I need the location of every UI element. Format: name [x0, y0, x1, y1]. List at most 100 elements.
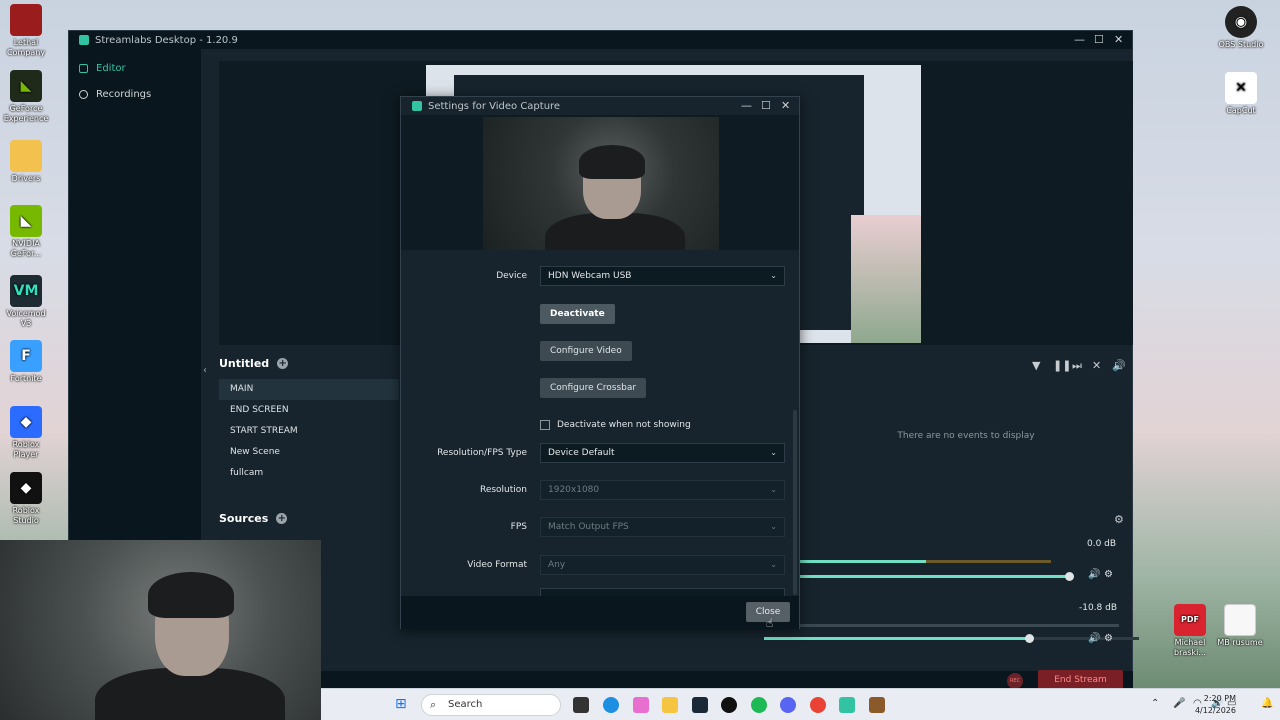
wallpaper-preview: [851, 215, 921, 343]
minecraft-icon[interactable]: [869, 697, 885, 713]
maximize-icon[interactable]: ☐: [1094, 33, 1104, 46]
scene-item[interactable]: fullcam: [219, 463, 399, 484]
scene-collection-title[interactable]: Untitled: [219, 357, 269, 370]
scene-item[interactable]: New Scene: [219, 442, 399, 463]
document-icon: [1224, 604, 1256, 636]
spotify-icon[interactable]: [751, 697, 767, 713]
desktop-file-michael-braski[interactable]: PDF Michael braski...: [1164, 604, 1216, 658]
desktop-icon-roblox-player[interactable]: ◆ Roblox Player: [0, 406, 52, 460]
checkbox-box[interactable]: [540, 420, 550, 430]
close-icon[interactable]: ✕: [1114, 33, 1123, 46]
add-source-icon[interactable]: +: [276, 513, 288, 524]
device-label: Device: [496, 271, 527, 281]
next-field-select[interactable]: [540, 588, 785, 596]
end-stream-button[interactable]: End Stream: [1038, 670, 1123, 690]
person-hair: [148, 572, 234, 618]
fortnite-icon: F: [10, 340, 42, 372]
mute-alerts-icon[interactable]: ✕: [1092, 359, 1101, 372]
steam-icon[interactable]: [692, 697, 708, 713]
desktop-file-mb-rusume[interactable]: MB rusume: [1214, 604, 1266, 648]
desktop-icon-voicemod[interactable]: VM Voicemod V3: [0, 275, 52, 329]
resolution-fps-type-select[interactable]: Device Default ⌄: [540, 443, 785, 463]
minimize-icon[interactable]: —: [1074, 33, 1085, 46]
skip-icon[interactable]: ⏭: [1072, 359, 1082, 373]
device-row: Device HDN Webcam USB ⌄: [401, 265, 799, 287]
desktop-icon-roblox-studio[interactable]: ◆ Roblox Studio: [0, 472, 52, 526]
scene-item[interactable]: START STREAM: [219, 421, 399, 442]
configure-video-button[interactable]: Configure Video: [540, 341, 632, 361]
fps-select[interactable]: Match Output FPS ⌄: [540, 517, 785, 537]
source-settings-gear-icon[interactable]: ⚙: [1104, 633, 1113, 644]
scene-item[interactable]: END SCREEN: [219, 400, 399, 421]
pause-icon[interactable]: ❚❚: [1053, 359, 1071, 372]
windows-start-icon[interactable]: ⊞: [395, 696, 407, 712]
microphone-icon[interactable]: 🎤: [1173, 698, 1185, 709]
person-hair: [579, 145, 645, 179]
volume-knob-1[interactable]: [1065, 572, 1074, 581]
audio-meter-peak-1: [926, 560, 1051, 563]
volume-icon[interactable]: 🔊: [1112, 359, 1126, 372]
resolution-fps-type-row: Resolution/FPS Type Device Default ⌄: [401, 442, 799, 464]
dialog-titlebar: Settings for Video Capture: [401, 97, 799, 115]
configure-crossbar-button[interactable]: Configure Crossbar: [540, 378, 647, 398]
deactivate-button[interactable]: Deactivate: [540, 304, 615, 324]
tray-chevron-icon[interactable]: ⌃: [1151, 698, 1159, 709]
add-scene-icon[interactable]: +: [277, 358, 289, 369]
search-icon: ⌕: [430, 698, 437, 711]
copilot-icon[interactable]: [633, 697, 649, 713]
file-explorer-icon[interactable]: [662, 697, 678, 713]
taskbar-search[interactable]: ⌕ Search: [421, 694, 561, 716]
form-scrollbar[interactable]: [793, 410, 797, 595]
volume-slider-2[interactable]: [764, 637, 1029, 640]
obs-icon: ◉: [1225, 6, 1257, 38]
mixer-settings-gear-icon[interactable]: ⚙: [1114, 513, 1124, 526]
desktop-icon-fortnite[interactable]: F Fortnite: [0, 340, 52, 384]
desktop-icon-nvidia[interactable]: ◣ NVIDIA GeFor...: [0, 205, 52, 259]
taskbar-clock[interactable]: 2:20 PM 4/12/2026: [1195, 693, 1236, 717]
volume-knob-2[interactable]: [1025, 634, 1034, 643]
dialog-title: Settings for Video Capture: [428, 100, 561, 112]
edge-icon[interactable]: [603, 697, 619, 713]
desktop-icon-geforce-experience[interactable]: ◣ GeForce Experience: [0, 70, 52, 124]
notification-bell-icon[interactable]: 🔔: [1261, 698, 1273, 709]
video-capture-settings-dialog: Settings for Video Capture — ☐ ✕ Device …: [400, 96, 800, 629]
webcam-overlay: [0, 540, 321, 720]
chrome-icon[interactable]: [810, 697, 826, 713]
scene-list: MAIN END SCREEN START STREAM New Scene f…: [219, 379, 399, 484]
xbox-icon[interactable]: [721, 697, 737, 713]
nav-editor[interactable]: Editor: [69, 55, 201, 81]
dialog-maximize-icon[interactable]: ☐: [761, 99, 771, 112]
device-select[interactable]: HDN Webcam USB ⌄: [540, 266, 785, 286]
desktop-icon-lethal-company[interactable]: Lethal Company: [0, 4, 52, 58]
record-button[interactable]: REC: [1007, 673, 1023, 689]
desktop-icon-capcut[interactable]: ✕ CapCut: [1215, 72, 1267, 116]
video-format-select[interactable]: Any ⌄: [540, 555, 785, 575]
streamlabs-taskbar-icon[interactable]: [839, 697, 855, 713]
collapse-chevron-icon[interactable]: ‹: [203, 365, 207, 376]
resolution-select[interactable]: 1920x1080 ⌄: [540, 480, 785, 500]
speaker-icon[interactable]: 🔊: [1088, 633, 1100, 644]
no-events-text: There are no events to display: [897, 431, 1035, 441]
voicemod-icon: VM: [10, 275, 42, 307]
sources-header: Sources +: [219, 512, 288, 525]
desktop-icon-drivers[interactable]: Drivers: [0, 140, 52, 184]
discord-icon[interactable]: [780, 697, 796, 713]
sources-title: Sources: [219, 512, 269, 525]
dialog-footer: Close: [401, 596, 799, 629]
dialog-close-icon[interactable]: ✕: [781, 99, 790, 112]
volume-slider-1[interactable]: [799, 575, 1069, 578]
mixer-db-readout: 0.0 dB: [1087, 539, 1117, 549]
speaker-icon[interactable]: 🔊: [1088, 569, 1100, 580]
task-view-icon[interactable]: [573, 697, 589, 713]
pdf-icon: PDF: [1174, 604, 1206, 636]
capcut-icon: ✕: [1225, 72, 1257, 104]
filter-icon[interactable]: ▼: [1032, 359, 1040, 372]
deactivate-when-not-showing-checkbox[interactable]: Deactivate when not showing: [540, 420, 691, 430]
settings-form: Device HDN Webcam USB ⌄ Deactivate Confi…: [401, 250, 799, 596]
desktop-icon-obs[interactable]: ◉ OBS Studio: [1215, 6, 1267, 50]
source-settings-gear-icon[interactable]: ⚙: [1104, 569, 1113, 580]
scene-item[interactable]: MAIN: [219, 379, 399, 400]
nav-recordings[interactable]: Recordings: [69, 81, 201, 107]
dialog-minimize-icon[interactable]: —: [741, 99, 752, 112]
chevron-down-icon: ⌄: [770, 271, 777, 280]
